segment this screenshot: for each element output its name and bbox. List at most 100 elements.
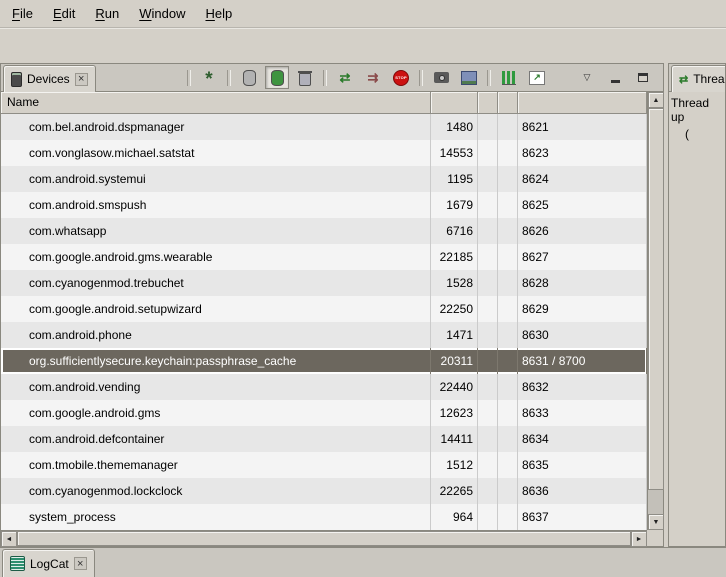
cell-e2[interactable] bbox=[498, 140, 518, 166]
table-row[interactable]: org.sufficientlysecure.keychain:passphra… bbox=[1, 348, 647, 374]
cell-pid[interactable]: 964 bbox=[431, 504, 478, 530]
table-row[interactable]: com.tmobile.thememanager15128635 bbox=[1, 452, 647, 478]
tab-devices[interactable]: Devices × bbox=[3, 65, 96, 92]
column-header-name[interactable]: Name bbox=[1, 92, 431, 114]
cell-name[interactable]: com.bel.android.dspmanager bbox=[1, 114, 431, 140]
cell-name[interactable]: com.tmobile.thememanager bbox=[1, 452, 431, 478]
table-row[interactable]: com.android.phone1471 8630 bbox=[1, 322, 647, 348]
cell-e1[interactable] bbox=[478, 140, 498, 166]
cell-e2[interactable] bbox=[498, 296, 518, 322]
cell-port[interactable]: 8631 / 8700 bbox=[518, 348, 647, 374]
cell-e2[interactable] bbox=[498, 114, 518, 140]
sysinfo-icon[interactable] bbox=[497, 66, 521, 89]
tab-threads[interactable]: ⇄ Threads bbox=[671, 65, 726, 92]
cell-pid[interactable]: 22185 bbox=[431, 244, 478, 270]
vertical-scrollbar[interactable]: ▲ ▼ bbox=[647, 92, 663, 530]
horizontal-scrollbar[interactable]: ◄ ► bbox=[1, 530, 647, 546]
cell-port[interactable]: 8628 bbox=[518, 270, 647, 296]
update-threads-icon[interactable]: ⇄ bbox=[333, 66, 357, 89]
cell-name[interactable]: com.cyanogenmod.trebuchet bbox=[1, 270, 431, 296]
cell-name[interactable]: com.google.android.gms.wearable bbox=[1, 244, 431, 270]
column-header-empty-2[interactable] bbox=[498, 92, 518, 114]
cell-e1[interactable] bbox=[478, 452, 498, 478]
cell-port[interactable]: 8633 bbox=[518, 400, 647, 426]
cell-e1[interactable] bbox=[478, 270, 498, 296]
stop-process-icon[interactable]: STOP bbox=[389, 66, 413, 89]
cell-e1[interactable] bbox=[478, 296, 498, 322]
cell-pid[interactable]: 14411 bbox=[431, 426, 478, 452]
maximize-icon[interactable] bbox=[631, 66, 655, 89]
table-row[interactable]: com.google.android.gms126238633 bbox=[1, 400, 647, 426]
minimize-icon[interactable] bbox=[603, 66, 627, 89]
table-row[interactable]: com.cyanogenmod.trebuchet15288628 bbox=[1, 270, 647, 296]
cell-e1[interactable] bbox=[478, 426, 498, 452]
tab-logcat[interactable]: LogCat × bbox=[2, 549, 95, 577]
vertical-scroll-thumb[interactable] bbox=[648, 108, 664, 490]
column-header-pid[interactable] bbox=[431, 92, 478, 114]
cell-e2[interactable] bbox=[498, 270, 518, 296]
screen-capture-icon[interactable] bbox=[429, 66, 453, 89]
table-row[interactable]: com.android.smspush16798625 bbox=[1, 192, 647, 218]
cell-e1[interactable] bbox=[478, 244, 498, 270]
cell-e2[interactable] bbox=[498, 192, 518, 218]
cell-name[interactable]: com.google.android.gms bbox=[1, 400, 431, 426]
start-method-profiling-icon[interactable]: ⇉ bbox=[361, 66, 385, 89]
column-header-port[interactable] bbox=[518, 92, 647, 114]
cell-pid[interactable]: 1480 bbox=[431, 114, 478, 140]
cell-e2[interactable] bbox=[498, 504, 518, 530]
cell-name[interactable]: com.android.vending bbox=[1, 374, 431, 400]
cell-port[interactable]: 8624 bbox=[518, 166, 647, 192]
cell-e1[interactable] bbox=[478, 504, 498, 530]
cell-pid[interactable]: 1471 bbox=[431, 322, 478, 348]
cell-e2[interactable] bbox=[498, 348, 518, 374]
cell-port[interactable]: 8626 bbox=[518, 218, 647, 244]
scroll-down-button[interactable]: ▼ bbox=[648, 514, 664, 530]
cell-pid[interactable]: 6716 bbox=[431, 218, 478, 244]
cell-port[interactable]: 8630 bbox=[518, 322, 647, 348]
cell-e2[interactable] bbox=[498, 426, 518, 452]
table-row[interactable]: com.whatsapp67168626 bbox=[1, 218, 647, 244]
cell-e1[interactable] bbox=[478, 114, 498, 140]
scroll-left-button[interactable]: ◄ bbox=[1, 531, 17, 547]
horizontal-scroll-thumb[interactable] bbox=[17, 531, 631, 546]
table-row[interactable]: com.android.vending224408632 bbox=[1, 374, 647, 400]
cell-port[interactable]: 8634 bbox=[518, 426, 647, 452]
cell-name[interactable]: com.android.defcontainer bbox=[1, 426, 431, 452]
menu-item-run[interactable]: Run bbox=[85, 2, 129, 25]
cell-name[interactable]: com.vonglasow.michael.satstat bbox=[1, 140, 431, 166]
cell-name[interactable]: system_process bbox=[1, 504, 431, 530]
cell-e2[interactable] bbox=[498, 478, 518, 504]
update-heap-icon[interactable] bbox=[237, 66, 261, 89]
table-row[interactable]: com.android.systemui11958624 bbox=[1, 166, 647, 192]
scroll-right-button[interactable]: ► bbox=[631, 531, 647, 547]
cell-port[interactable]: 8636 bbox=[518, 478, 647, 504]
cell-pid[interactable]: 22265 bbox=[431, 478, 478, 504]
cell-e2[interactable] bbox=[498, 452, 518, 478]
table-row[interactable]: com.cyanogenmod.lockclock222658636 bbox=[1, 478, 647, 504]
cell-port[interactable]: 8625 bbox=[518, 192, 647, 218]
cell-pid[interactable]: 1679 bbox=[431, 192, 478, 218]
close-icon[interactable]: × bbox=[75, 73, 88, 86]
menu-item-edit[interactable]: Edit bbox=[43, 2, 85, 25]
cell-e1[interactable] bbox=[478, 374, 498, 400]
cell-pid[interactable]: 14553 bbox=[431, 140, 478, 166]
scroll-up-button[interactable]: ▲ bbox=[648, 92, 664, 108]
view-hierarchy-icon[interactable] bbox=[457, 66, 481, 89]
cell-name[interactable]: com.google.android.setupwizard bbox=[1, 296, 431, 322]
cell-pid[interactable]: 1195 bbox=[431, 166, 478, 192]
cell-name[interactable]: com.android.phone bbox=[1, 322, 431, 348]
cell-e2[interactable] bbox=[498, 166, 518, 192]
cell-e2[interactable] bbox=[498, 322, 518, 348]
cell-port[interactable]: 8632 bbox=[518, 374, 647, 400]
cell-port[interactable]: 8635 bbox=[518, 452, 647, 478]
cell-e2[interactable] bbox=[498, 244, 518, 270]
table-row[interactable]: system_process9648637 bbox=[1, 504, 647, 530]
menu-item-file[interactable]: File bbox=[2, 2, 43, 25]
cause-gc-icon[interactable] bbox=[293, 66, 317, 89]
cell-e2[interactable] bbox=[498, 374, 518, 400]
cell-e1[interactable] bbox=[478, 192, 498, 218]
network-stats-icon[interactable]: ↗ bbox=[525, 66, 549, 89]
debug-process-icon[interactable]: * bbox=[197, 66, 221, 89]
cell-pid[interactable]: 20311 bbox=[431, 348, 478, 374]
cell-port[interactable]: 8621 bbox=[518, 114, 647, 140]
